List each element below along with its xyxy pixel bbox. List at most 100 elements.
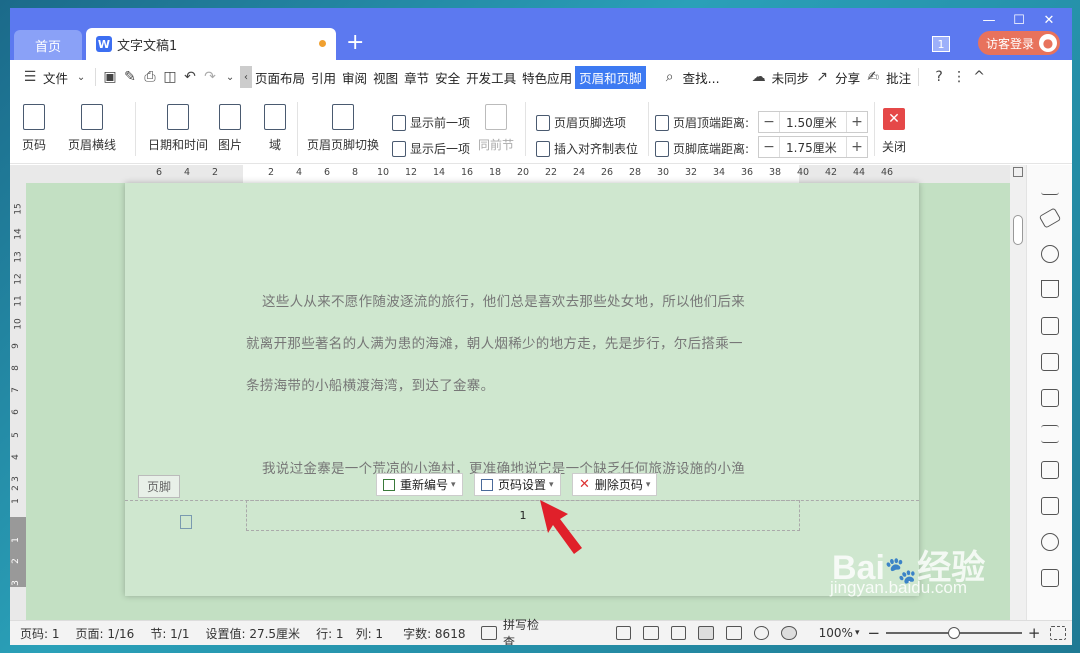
menu-section[interactable]: 章节: [401, 68, 432, 87]
shapes-icon[interactable]: [1041, 245, 1059, 263]
status-page-code[interactable]: 页码: 1: [20, 625, 60, 642]
tab-document[interactable]: W 文字文稿1: [86, 28, 336, 60]
add-tab-button[interactable]: +: [346, 32, 364, 54]
search-button[interactable]: 查找...: [680, 68, 723, 87]
tab-header-footer[interactable]: 页眉和页脚: [575, 65, 646, 89]
sync-status[interactable]: 未同步: [769, 68, 813, 87]
status-col[interactable]: 列: 1: [356, 625, 384, 642]
menu-file[interactable]: 文件: [40, 68, 71, 87]
close-header-footer-button[interactable]: ✕ 关闭: [882, 108, 906, 155]
more-icon[interactable]: ⋮: [949, 69, 969, 85]
collapse-ribbon-icon[interactable]: ^: [969, 69, 989, 85]
status-section[interactable]: 节: 1/1: [150, 625, 189, 642]
decrease-button[interactable]: −: [759, 139, 779, 155]
read-mode-icon[interactable]: [643, 626, 659, 640]
spell-check-button[interactable]: 拼写检查: [503, 616, 550, 645]
web-view-icon[interactable]: [753, 626, 770, 640]
tab-home[interactable]: 首页: [14, 30, 82, 60]
zoom-slider-thumb[interactable]: [948, 627, 961, 639]
menu-page-layout[interactable]: 页面布局: [252, 68, 308, 87]
fullscreen-icon[interactable]: [615, 626, 632, 640]
share-button[interactable]: 分享: [832, 68, 863, 87]
header-top-distance-input[interactable]: − 1.50厘米 +: [758, 111, 868, 133]
paragraph-line[interactable]: 条捞海带的小船横渡海湾，到达了金寨。: [246, 374, 494, 394]
menu-review[interactable]: 审阅: [339, 68, 370, 87]
delete-page-number-button[interactable]: ✕ 删除页码 ▾: [572, 473, 658, 496]
chevron-down-icon[interactable]: ▾: [855, 628, 860, 638]
ruler-toggle-icon[interactable]: [1013, 167, 1023, 177]
vertical-ruler[interactable]: 15 14 13 12 11 10 9 8 7 6 5 4 3 2 1 1 2 …: [10, 183, 26, 620]
share-out-icon[interactable]: [1041, 497, 1059, 515]
show-prev-button[interactable]: 显示前一项: [392, 114, 470, 131]
zoom-out-button[interactable]: −: [868, 624, 881, 642]
datetime-button[interactable]: 日期和时间: [148, 104, 208, 153]
paragraph-line[interactable]: 这些人从来不愿作随波逐流的旅行，他们总是喜欢去那些处女地，所以他们后来: [262, 290, 745, 310]
menu-security[interactable]: 安全: [432, 68, 463, 87]
scrollbar-thumb[interactable]: [1013, 215, 1023, 245]
page-setting-button[interactable]: 页码设置 ▾: [474, 473, 561, 496]
cloud-sync-icon[interactable]: ☁: [749, 69, 769, 85]
status-row[interactable]: 行: 1: [316, 625, 344, 642]
outline-view-icon[interactable]: [725, 626, 742, 640]
header-footer-switch-button[interactable]: 页眉页脚切换: [307, 104, 379, 153]
translate-icon[interactable]: [1041, 533, 1059, 551]
show-next-button[interactable]: 显示后一项: [392, 140, 470, 157]
dropdown-icon[interactable]: ⌄: [220, 72, 240, 83]
menu-view[interactable]: 视图: [370, 68, 401, 87]
decrease-button[interactable]: −: [759, 114, 779, 130]
header-top-value[interactable]: 1.50厘米: [779, 112, 847, 132]
status-setting[interactable]: 设置值: 27.5厘米: [205, 625, 300, 642]
insert-tab-button[interactable]: 插入对齐制表位: [536, 140, 638, 157]
apps-grid-icon[interactable]: [1041, 353, 1059, 371]
help-icon[interactable]: ?: [929, 69, 949, 85]
menu-references[interactable]: 引用: [308, 68, 339, 87]
status-page[interactable]: 页面: 1/16: [76, 625, 135, 642]
renumber-button[interactable]: 重新编号 ▾: [376, 473, 463, 496]
annotate-button[interactable]: 批注: [883, 68, 914, 87]
eye-protection-icon[interactable]: [781, 626, 797, 640]
style-icon[interactable]: [1041, 280, 1059, 298]
header-footer-options-button[interactable]: 页眉页脚选项: [536, 114, 626, 131]
chevron-down-icon[interactable]: ⌄: [71, 72, 91, 83]
zoom-slider[interactable]: [886, 627, 1022, 639]
chart-icon[interactable]: [1041, 389, 1059, 407]
menu-special[interactable]: 特色应用: [519, 68, 575, 87]
window-count-badge[interactable]: 1: [932, 36, 950, 52]
header-line-button[interactable]: 页眉横线: [68, 104, 116, 153]
print-preview-icon[interactable]: ◫: [160, 69, 180, 85]
menu-developer[interactable]: 开发工具: [463, 68, 519, 87]
scroll-left-icon[interactable]: ‹: [240, 66, 253, 88]
image-icon[interactable]: [1041, 461, 1059, 479]
increase-button[interactable]: +: [847, 114, 867, 130]
footer-options-icon[interactable]: [180, 515, 192, 529]
annotate-icon[interactable]: ✍: [863, 69, 883, 85]
undo-icon[interactable]: ↶: [180, 69, 200, 85]
redo-icon[interactable]: ↷: [200, 69, 220, 85]
visitor-login-button[interactable]: 访客登录 ●: [978, 31, 1060, 55]
settings-sliders-icon[interactable]: [1041, 425, 1059, 443]
write-mode-icon[interactable]: [670, 626, 687, 640]
increase-button[interactable]: +: [847, 139, 867, 155]
fit-page-icon[interactable]: [1050, 626, 1066, 640]
status-word-count[interactable]: 字数: 8618: [403, 625, 465, 642]
pen-icon[interactable]: [1038, 207, 1062, 229]
page-number-field[interactable]: 1: [246, 500, 800, 531]
maximize-button[interactable]: ☐: [1004, 10, 1034, 30]
share-icon[interactable]: ↗: [812, 69, 832, 85]
search-icon[interactable]: ⌕: [660, 69, 680, 85]
picture-button[interactable]: 图片: [218, 104, 242, 153]
table-icon[interactable]: [1041, 317, 1059, 335]
minimize-button[interactable]: —: [974, 10, 1004, 30]
same-section-button[interactable]: 同前节: [478, 104, 514, 153]
page-view-icon[interactable]: [698, 626, 714, 640]
close-window-button[interactable]: ✕: [1034, 10, 1064, 30]
footer-bottom-value[interactable]: 1.75厘米: [779, 137, 847, 157]
save-icon[interactable]: ▣: [100, 69, 120, 85]
footer-bottom-distance-input[interactable]: − 1.75厘米 +: [758, 136, 868, 158]
collapse-sidebar-icon[interactable]: [1041, 177, 1059, 195]
format-painter-icon[interactable]: ✎: [120, 69, 140, 85]
archive-icon[interactable]: [1041, 569, 1059, 587]
print-icon[interactable]: ⎙: [140, 69, 160, 85]
field-button[interactable]: 域: [264, 104, 286, 153]
zoom-level[interactable]: 100%: [819, 626, 853, 640]
